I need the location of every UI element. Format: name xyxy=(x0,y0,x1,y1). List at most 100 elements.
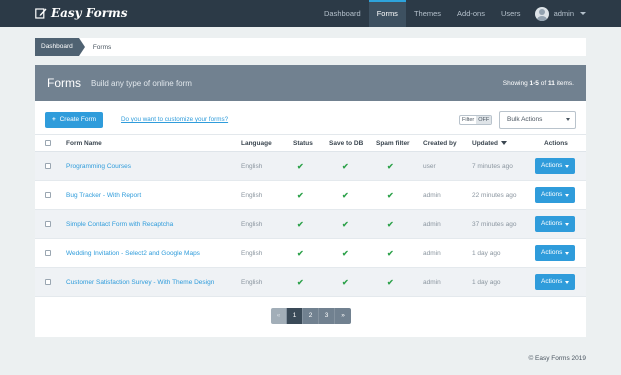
form-name-link[interactable]: Programming Courses xyxy=(66,163,131,170)
pagination-page-3[interactable]: 3 xyxy=(319,308,335,324)
col-form-name[interactable]: Form Name xyxy=(66,135,102,151)
breadcrumb: Dashboard Forms xyxy=(35,38,586,56)
row-select-cell xyxy=(45,268,51,296)
item-count-summary: Showing 1-5 of 11 items. xyxy=(503,80,574,87)
pagination-page-2[interactable]: 2 xyxy=(303,308,319,324)
col-actions: Actions xyxy=(544,139,568,147)
row-checkbox[interactable] xyxy=(45,279,51,285)
row-actions-label: Actions xyxy=(541,162,563,169)
col-spam-filter[interactable]: Spam filter xyxy=(376,135,410,151)
filter-toggle[interactable]: Filter OFF xyxy=(459,115,493,125)
col-updated[interactable]: Updated xyxy=(472,135,507,151)
form-updated: 1 day ago xyxy=(472,249,501,257)
select-all-checkbox[interactable] xyxy=(45,140,51,146)
col-created-by[interactable]: Created by xyxy=(423,135,457,151)
create-form-label: Create Form xyxy=(59,116,97,123)
spam-check-icon: ✔ xyxy=(387,219,394,229)
bulk-actions-label: Bulk Actions xyxy=(507,116,543,123)
save-db-check-icon: ✔ xyxy=(342,161,349,171)
spam-check-icon: ✔ xyxy=(387,277,394,287)
filter-label: Filter xyxy=(462,117,475,123)
pagination: « 1 2 3 » xyxy=(271,308,351,324)
table-row: Wedding Invitation - Select2 and Google … xyxy=(35,239,586,268)
form-name-link[interactable]: Bug Tracker - With Report xyxy=(66,192,141,199)
form-created-by: admin xyxy=(423,249,441,257)
bulk-actions-select[interactable]: Bulk Actions xyxy=(499,111,576,129)
row-actions-button[interactable]: Actions xyxy=(535,245,576,261)
user-menu[interactable]: admin xyxy=(529,0,621,27)
status-check-icon: ✔ xyxy=(297,277,304,287)
save-db-check-icon: ✔ xyxy=(342,277,349,287)
form-name-link[interactable]: Wedding Invitation - Select2 and Google … xyxy=(66,250,200,257)
row-checkbox[interactable] xyxy=(45,221,51,227)
save-db-check-icon: ✔ xyxy=(342,190,349,200)
col-language[interactable]: Language xyxy=(241,135,272,151)
save-db-check-icon: ✔ xyxy=(342,248,349,258)
main-nav: Dashboard Forms Themes Add-ons Users adm… xyxy=(316,0,621,27)
create-form-button[interactable]: + Create Form xyxy=(45,112,104,128)
pagination-page-1[interactable]: 1 xyxy=(287,308,303,324)
table-row: Simple Contact Form with Recaptcha Engli… xyxy=(35,210,586,239)
nav-themes[interactable]: Themes xyxy=(406,0,449,27)
customize-forms-link[interactable]: Do you want to customize your forms? xyxy=(121,116,228,123)
form-name-link[interactable]: Simple Contact Form with Recaptcha xyxy=(66,221,173,228)
summary-total: 11 xyxy=(547,79,555,87)
form-created-by: admin xyxy=(423,220,441,228)
page-title: Forms xyxy=(47,76,81,90)
user-name: admin xyxy=(553,9,574,18)
select-all-cell xyxy=(45,135,51,151)
row-actions-label: Actions xyxy=(541,278,563,285)
summary-prefix: Showing xyxy=(502,79,530,87)
row-actions-label: Actions xyxy=(541,249,563,256)
brand-name: Easy Forms xyxy=(51,6,128,20)
breadcrumb-current: Forms xyxy=(92,43,112,51)
form-updated: 22 minutes ago xyxy=(472,191,517,199)
form-updated: 37 minutes ago xyxy=(472,220,517,228)
form-name-link[interactable]: Customer Satisfaction Survey - With Them… xyxy=(66,279,214,286)
pagination-next[interactable]: » xyxy=(335,308,351,324)
pagination-prev[interactable]: « xyxy=(271,308,287,324)
chevron-down-icon xyxy=(565,164,570,168)
spam-check-icon: ✔ xyxy=(387,190,394,200)
summary-suffix: items. xyxy=(554,79,574,87)
breadcrumb-dashboard[interactable]: Dashboard xyxy=(35,38,85,56)
brand-logo[interactable]: Easy Forms xyxy=(35,4,127,22)
spam-check-icon: ✔ xyxy=(387,161,394,171)
chevron-down-icon xyxy=(566,118,570,121)
footer-copyright: © Easy Forms 2019 xyxy=(528,355,586,362)
avatar-icon xyxy=(534,6,549,21)
status-check-icon: ✔ xyxy=(297,219,304,229)
form-language: English xyxy=(241,191,263,199)
chevron-down-icon xyxy=(565,222,570,226)
row-actions-label: Actions xyxy=(541,191,563,198)
edit-icon xyxy=(35,8,47,19)
row-actions-button[interactable]: Actions xyxy=(535,187,576,203)
nav-addons[interactable]: Add-ons xyxy=(449,0,493,27)
form-updated: 7 minutes ago xyxy=(472,162,513,170)
col-save-db[interactable]: Save to DB xyxy=(329,135,363,151)
table-row: Bug Tracker - With Report English ✔ ✔ ✔ … xyxy=(35,181,586,210)
page-subtitle: Build any type of online form xyxy=(91,78,192,88)
nav-forms[interactable]: Forms xyxy=(368,0,406,27)
row-actions-button[interactable]: Actions xyxy=(535,216,576,232)
form-created-by: user xyxy=(423,162,436,170)
row-actions-button[interactable]: Actions xyxy=(535,158,576,174)
toolbar: + Create Form Do you want to customize y… xyxy=(45,111,576,129)
row-select-cell xyxy=(45,181,51,209)
chevron-down-icon xyxy=(565,280,570,284)
row-checkbox[interactable] xyxy=(45,163,51,169)
nav-dashboard[interactable]: Dashboard xyxy=(316,0,369,27)
chevron-down-icon xyxy=(565,193,570,197)
sort-desc-icon xyxy=(501,141,507,145)
row-checkbox[interactable] xyxy=(45,192,51,198)
table-row: Programming Courses English ✔ ✔ ✔ user 7… xyxy=(35,152,586,181)
row-checkbox[interactable] xyxy=(45,250,51,256)
row-actions-button[interactable]: Actions xyxy=(535,274,576,290)
form-created-by: admin xyxy=(423,278,441,286)
filter-state: OFF xyxy=(476,116,492,124)
panel-header: Forms Build any type of online form Show… xyxy=(35,65,586,101)
summary-range: 1-5 xyxy=(529,79,539,87)
col-status[interactable]: Status xyxy=(293,135,313,151)
form-language: English xyxy=(241,162,263,170)
nav-users[interactable]: Users xyxy=(493,0,529,27)
